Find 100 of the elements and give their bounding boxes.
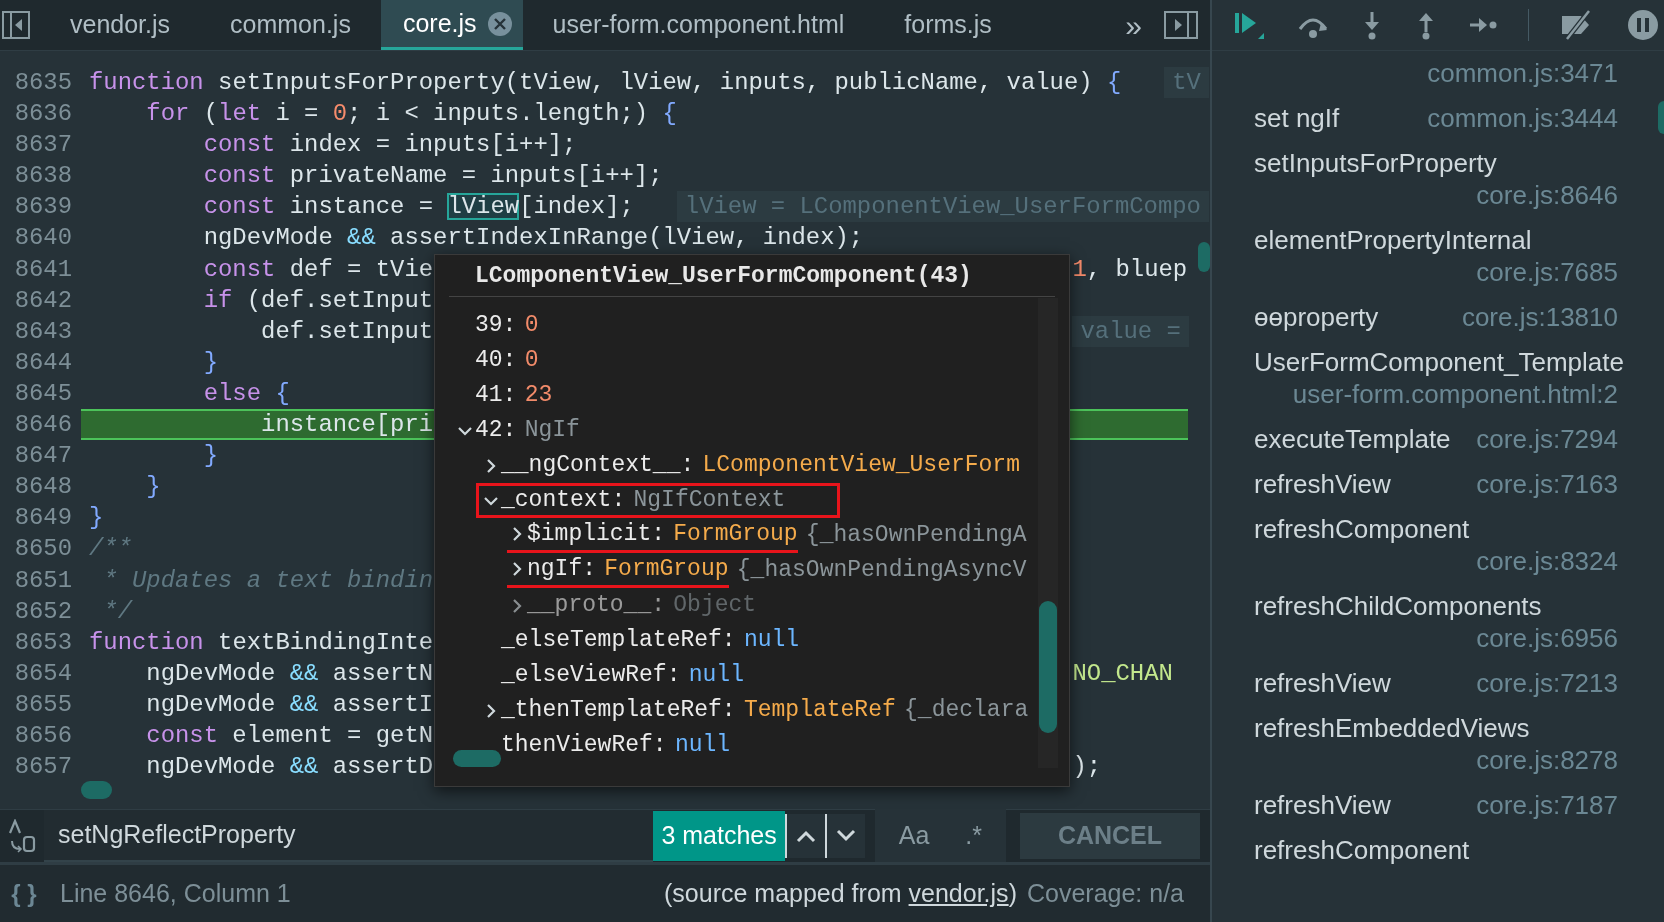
line-number: 8636 <box>13 99 73 130</box>
code-line: def.setInput <box>260 317 434 345</box>
frame-name[interactable]: UserFormComponent_Template <box>1254 346 1624 378</box>
frame-name[interactable]: refreshView <box>1254 667 1391 699</box>
match-case-toggle[interactable]: Aa <box>898 817 930 855</box>
pretty-print-button[interactable]: { } <box>0 875 48 912</box>
source-file-link[interactable]: vendor.js <box>908 878 1009 907</box>
file-tab[interactable]: user-form.component.html <box>522 0 875 50</box>
frame-name[interactable]: refreshChildComponents <box>1254 590 1542 622</box>
line-number: 8642 <box>13 285 73 316</box>
code-line: } <box>145 472 161 503</box>
file-tab[interactable]: vendor.js <box>40 0 201 50</box>
line-number: 8654 <box>13 658 73 689</box>
line-number: 8647 <box>13 441 73 472</box>
property-value: 0 <box>524 311 539 340</box>
code-line: const element = getN <box>145 720 434 751</box>
value-preview: {_hasOwnPendingA <box>805 521 1027 550</box>
scrollbar-thumb[interactable] <box>1198 242 1210 272</box>
property-value: FormGroup <box>673 520 798 549</box>
line-number: 8638 <box>13 161 73 192</box>
property-value: 23 <box>524 381 553 410</box>
property-name: 42: <box>475 416 517 445</box>
property-value: null <box>688 661 744 690</box>
navigator-toggle-icon[interactable] <box>2 11 30 39</box>
frame-name[interactable]: elementPropertyInternal <box>1254 224 1532 256</box>
chevron-down-icon <box>835 829 856 843</box>
property-name: thenViewRef: <box>501 731 667 760</box>
line-number: 8652 <box>13 596 73 627</box>
debugger-toggle-icon[interactable] <box>1164 11 1198 39</box>
property-name: 40: <box>475 346 517 375</box>
property-name: _context: <box>501 486 626 515</box>
line-number: 8643 <box>13 316 73 347</box>
scrollbar-thumb[interactable] <box>1039 601 1057 733</box>
property-name: _thenTemplateRef: <box>501 696 736 725</box>
property-name: __proto__: <box>527 591 666 620</box>
scrollbar-thumb[interactable] <box>81 781 112 799</box>
frame-name[interactable]: refreshEmbeddedViews <box>1254 712 1530 744</box>
code-line: ngDevMode && assertD <box>145 753 434 781</box>
line-number: 8646 <box>13 410 73 441</box>
frame-name[interactable]: ɵɵproperty <box>1254 301 1379 333</box>
property-name: 41: <box>475 381 517 410</box>
property-name: __ngContext__: <box>501 451 695 480</box>
cursor-position: Line 8646, Column 1 <box>60 877 291 909</box>
line-number: 8657 <box>13 752 73 783</box>
file-tab[interactable]: common.js <box>200 0 381 50</box>
code-line: ngDevMode && assertIndexInRange(lView, index); <box>202 223 864 254</box>
line-number: 8650 <box>13 534 73 565</box>
property-value: TemplateRef <box>743 696 896 725</box>
frame-name[interactable]: set ngIf <box>1254 102 1340 134</box>
file-tab[interactable]: forms.js <box>874 0 1022 50</box>
coverage-status: Coverage: n/a <box>1026 877 1184 909</box>
property-value: Object <box>673 591 757 620</box>
code-fragment: NO_CHAN <box>1072 658 1173 689</box>
code-line: if (def.setInput <box>202 285 434 316</box>
frame-name[interactable]: refreshComponent <box>1254 834 1470 866</box>
close-icon[interactable] <box>486 10 513 37</box>
property-value: LComponentView_UserForm <box>702 451 1020 480</box>
frame-name[interactable]: refreshView <box>1254 789 1391 821</box>
frame-name[interactable]: executeTemplate <box>1254 423 1451 455</box>
property-name: _elseViewRef: <box>501 661 681 690</box>
code-line: function textBindingInte <box>89 627 434 658</box>
inline-value-hint: value = <box>1072 315 1189 347</box>
line-number: 8641 <box>13 254 73 285</box>
property-name: ngIf: <box>527 555 596 584</box>
frame-name[interactable]: refreshComponent <box>1254 513 1470 545</box>
code-line: * Updates a text bindin <box>102 565 434 596</box>
code-line: ngDevMode && assertI <box>145 689 434 720</box>
replace-toggle-icon[interactable] <box>7 819 37 853</box>
property-name: 39: <box>475 311 517 340</box>
frame-name[interactable]: setInputsForProperty <box>1254 147 1497 179</box>
regex-toggle[interactable]: .* <box>965 817 982 855</box>
frame-name[interactable]: refreshView <box>1254 468 1391 500</box>
line-number: 8649 <box>13 503 73 534</box>
property-value: null <box>674 731 731 760</box>
scrollbar-thumb[interactable] <box>453 750 501 767</box>
more-tabs-button[interactable]: » <box>1107 0 1160 50</box>
inline-value-hint: tV <box>1164 67 1209 99</box>
code-line: const index = inputs[i++]; <box>202 130 577 161</box>
code-line: const def = tVie <box>202 255 434 283</box>
next-match-button[interactable] <box>824 814 865 858</box>
line-number: 8644 <box>13 347 73 378</box>
previous-match-button[interactable] <box>784 814 825 858</box>
source-map-note: (source mapped from vendor.js) <box>664 877 1017 909</box>
code-fragment: ); <box>1072 752 1102 783</box>
property-name: _elseTemplateRef: <box>501 626 736 655</box>
inline-value-hint: lView = LComponentView_UserFormCompo <box>676 191 1209 223</box>
code-line: function setInputsForProperty(tView, lView, inputs, publicName, value) { <box>89 68 1122 98</box>
pause-icon[interactable] <box>1627 9 1659 41</box>
property-name: $implicit: <box>527 520 666 549</box>
code-line: else { <box>202 378 290 409</box>
line-number: 8651 <box>13 565 73 596</box>
property-value: null <box>743 626 800 655</box>
line-number: 8648 <box>13 472 73 503</box>
line-number: 8645 <box>13 378 73 409</box>
property-value: 0 <box>524 346 539 375</box>
file-tab[interactable]: core.js <box>380 0 523 50</box>
code-line: ngDevMode && assertN <box>145 659 434 687</box>
code-line: } <box>89 503 104 534</box>
line-number: 8655 <box>13 689 73 720</box>
scrollbar-thumb[interactable] <box>1658 101 1664 134</box>
